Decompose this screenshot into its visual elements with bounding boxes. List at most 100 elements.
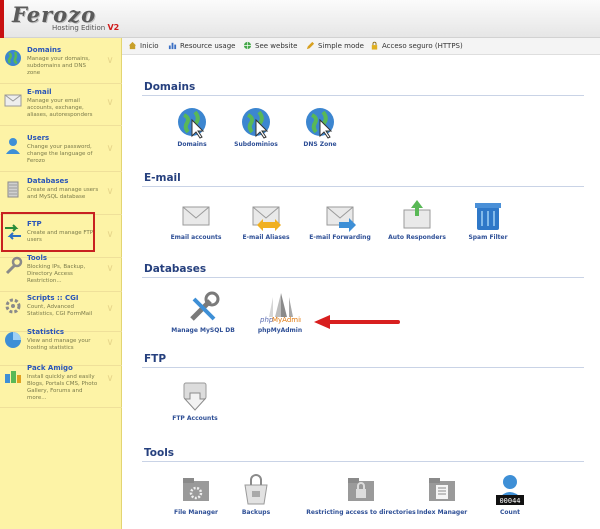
tile-ftp-accounts[interactable]: FTP Accounts — [155, 379, 235, 422]
globe-cursor-icon — [306, 108, 334, 139]
tile-manage-mysql-db[interactable]: Manage MySQL DB — [163, 291, 243, 334]
bar-chart-icon — [168, 42, 177, 50]
tile-label: FTP Accounts — [172, 415, 218, 422]
sidebar-item-email[interactable]: E-mail Manage your email accounts, excha… — [0, 84, 122, 126]
tile-spam-filter[interactable]: Spam Filter — [448, 198, 528, 241]
tile-label: Count — [500, 509, 520, 516]
header-bar: Ferozo Hosting Edition V2 — [0, 0, 600, 38]
section-divider — [142, 277, 584, 278]
chevron-down-icon: ∨ — [106, 373, 114, 384]
backup-bag-icon — [244, 474, 268, 505]
section-title-tools: Tools — [144, 447, 175, 459]
user-icon — [6, 138, 20, 154]
user-counter-icon: 00044 — [496, 475, 524, 505]
section-title-ftp: FTP — [144, 353, 167, 365]
svg-text:00044: 00044 — [499, 497, 520, 505]
red-arrow-annotation — [314, 315, 400, 329]
toolbar-secure-access[interactable]: Acceso seguro (HTTPS) — [370, 41, 463, 50]
control-panel-window: Ferozo Hosting Edition V2 Inicio Resourc… — [0, 0, 600, 529]
databases-highlight-box — [1, 212, 95, 252]
chevron-down-icon: ∨ — [106, 337, 114, 348]
svg-text:MyAdmin: MyAdmin — [272, 316, 301, 324]
sidebar-item-description: Blocking IPs, Backup, Directory Access R… — [27, 264, 86, 284]
sidebar-item-tools[interactable]: Tools Blocking IPs, Backup, Directory Ac… — [0, 250, 122, 292]
trash-bin-icon — [475, 203, 501, 230]
sidebar-item-databases[interactable]: Databases Create and manage users and My… — [0, 173, 122, 215]
sidebar-item-label: Statistics — [27, 328, 65, 336]
phpmyadmin-logo: phpMyAdmin — [259, 293, 301, 324]
sidebar-item-label: Users — [27, 134, 50, 142]
tile-email-accounts[interactable]: Email accounts — [156, 198, 236, 241]
tile-label: Spam Filter — [468, 234, 508, 241]
pack-icon — [5, 371, 21, 383]
sidebar-item-label: Domains — [27, 46, 62, 54]
sidebar-item-label: E-mail — [27, 88, 52, 96]
sidebar-item-description: Create and manage users and MySQL databa… — [27, 187, 99, 200]
globe-cursor-icon — [242, 108, 270, 139]
envelope-forward-icon — [326, 206, 356, 232]
edition-label: Hosting Edition V2 — [52, 23, 119, 32]
section-divider — [142, 186, 584, 187]
chevron-down-icon: ∨ — [106, 186, 114, 197]
sidebar-item-description: View and manage your hosting statistics — [27, 338, 91, 351]
sidebar-item-label: Pack Amigo — [27, 364, 73, 372]
tile-email-forwarding[interactable]: E-mail Forwarding — [300, 198, 380, 241]
sidebar-item-users[interactable]: Users Change your password, change the l… — [0, 130, 122, 172]
globe-icon — [5, 50, 21, 66]
sidebar: Domains Manage your domains, subdomains … — [0, 38, 122, 529]
toolbar-simple-mode-label: Simple mode — [318, 42, 364, 50]
tile-label: Email accounts — [170, 234, 222, 241]
responder-icon — [403, 200, 431, 229]
section-title-email: E-mail — [144, 172, 181, 184]
version-badge: V2 — [107, 23, 120, 32]
tile-auto-responders[interactable]: Auto Responders — [377, 198, 457, 241]
toolbar-simple-mode[interactable]: Simple mode — [306, 41, 364, 50]
tile-label: E-mail Forwarding — [309, 234, 371, 241]
section-title-databases: Databases — [144, 263, 207, 275]
section-divider — [142, 461, 584, 462]
tile-phpmyadmin[interactable]: phpMyAdmin phpMyAdmin — [240, 291, 320, 334]
sidebar-item-description: Install quickly and easily Blogs, Portal… — [27, 374, 98, 401]
sidebar-item-label: Scripts :: CGI — [27, 294, 79, 302]
tile-label: E-mail Aliases — [242, 234, 290, 241]
pencil-icon — [306, 41, 315, 50]
section-title-domains: Domains — [144, 81, 196, 93]
chevron-down-icon: ∨ — [106, 97, 114, 108]
top-toolbar: Inicio Resource usage See website Simple… — [122, 38, 600, 55]
envelope-icon — [182, 206, 210, 226]
sidebar-item-description: Manage your email accounts, exchange, al… — [27, 98, 93, 118]
sidebar-item-domains[interactable]: Domains Manage your domains, subdomains … — [0, 42, 122, 84]
tile-email-aliases[interactable]: E-mail Aliases — [226, 198, 306, 241]
section-divider — [142, 367, 584, 368]
tile-count[interactable]: 00044 Count — [470, 473, 550, 516]
toolbar-home[interactable]: Inicio — [128, 41, 159, 50]
download-arrow-icon — [183, 382, 207, 411]
database-icon — [7, 181, 19, 198]
tile-backups[interactable]: Backups — [216, 473, 296, 516]
chevron-down-icon: ∨ — [106, 303, 114, 314]
edition-text: Hosting Edition — [52, 24, 106, 32]
folder-gear-icon — [183, 478, 209, 501]
tile-dns-zone[interactable]: DNS Zone — [280, 105, 360, 148]
index-folder-icon — [429, 478, 455, 501]
chevron-down-icon: ∨ — [106, 55, 114, 66]
tile-label: Manage MySQL DB — [171, 327, 235, 334]
sidebar-item-label: Databases — [27, 177, 69, 185]
tools-icon — [190, 291, 220, 321]
sidebar-item-description: Count, Advanced Statistics, CGI FormMail — [27, 304, 93, 317]
toolbar-secure-label: Acceso seguro (HTTPS) — [382, 42, 463, 50]
envelope-arrows-icon — [252, 206, 281, 231]
lock-icon — [371, 41, 378, 50]
toolbar-see-website[interactable]: See website — [243, 41, 297, 50]
sidebar-item-pack-amigo[interactable]: Pack Amigo Install quickly and easily Bl… — [0, 360, 122, 408]
chevron-down-icon: ∨ — [106, 263, 114, 274]
sidebar-item-label: Tools — [27, 254, 48, 262]
envelope-icon — [4, 94, 22, 107]
header-accent-bar — [0, 0, 4, 38]
sidebar-item-description: Change your password, change the languag… — [27, 144, 93, 164]
main-content: Domains Domains Subdominios DNS Zone E-m… — [122, 55, 600, 529]
pie-chart-icon — [5, 332, 21, 348]
toolbar-resource-usage[interactable]: Resource usage — [168, 41, 235, 50]
locked-folder-icon — [348, 478, 374, 501]
toolbar-home-label: Inicio — [140, 42, 159, 50]
